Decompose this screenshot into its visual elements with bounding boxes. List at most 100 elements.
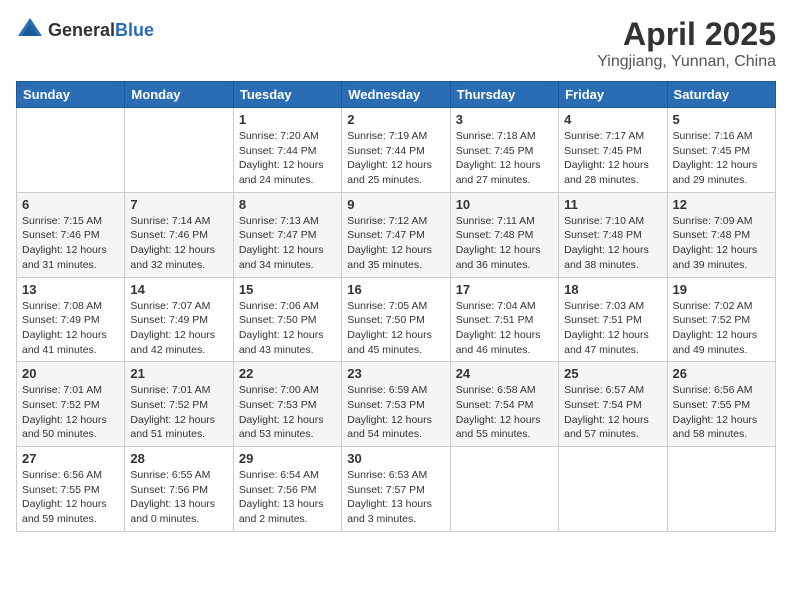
calendar-cell: 24Sunrise: 6:58 AM Sunset: 7:54 PM Dayli… (450, 362, 558, 447)
calendar-week-row: 13 Sunrise: 7:08 AM Sunset: 7:49 PM Dayli… (17, 277, 776, 362)
day-info: Sunrise: 7:04 AM Sunset: 7:51 PM Dayligh… (456, 299, 553, 358)
day-info: Sunrise: 7:16 AM Sunset: 7:45 PM Dayligh… (673, 129, 770, 188)
day-number: 11 (564, 197, 661, 212)
calendar-cell: 18 Sunrise: 7:03 AM Sunset: 7:51 PM Dayli… (559, 277, 667, 362)
day-info: Sunrise: 7:00 AM Sunset: 7:53 PM Dayligh… (239, 383, 336, 442)
day-info: Sunrise: 7:07 AM Sunset: 7:49 PM Dayligh… (130, 299, 227, 358)
calendar-cell: 12 Sunrise: 7:09 AM Sunset: 7:48 PM Dayli… (667, 192, 775, 277)
title-block: April 2025 Yingjiang, Yunnan, China (597, 16, 776, 71)
day-info: Sunrise: 6:55 AM Sunset: 7:56 PM Dayligh… (130, 468, 227, 527)
calendar-week-row: 1 Sunrise: 7:20 AM Sunset: 7:44 PM Daylig… (17, 108, 776, 193)
day-info: Sunrise: 6:56 AM Sunset: 7:55 PM Dayligh… (22, 468, 119, 527)
calendar-cell (125, 108, 233, 193)
location-title: Yingjiang, Yunnan, China (597, 53, 776, 71)
day-number: 26 (673, 366, 770, 381)
calendar-cell: 10 Sunrise: 7:11 AM Sunset: 7:48 PM Dayli… (450, 192, 558, 277)
day-info: Sunrise: 7:05 AM Sunset: 7:50 PM Dayligh… (347, 299, 444, 358)
logo-general: General (48, 20, 115, 40)
day-number: 16 (347, 282, 444, 297)
calendar-cell: 4Sunrise: 7:17 AM Sunset: 7:45 PM Daylig… (559, 108, 667, 193)
day-info: Sunrise: 7:03 AM Sunset: 7:51 PM Dayligh… (564, 299, 661, 358)
day-number: 4 (564, 112, 661, 127)
weekday-header: Sunday (17, 82, 125, 108)
day-number: 1 (239, 112, 336, 127)
day-info: Sunrise: 7:19 AM Sunset: 7:44 PM Dayligh… (347, 129, 444, 188)
day-number: 12 (673, 197, 770, 212)
day-info: Sunrise: 7:12 AM Sunset: 7:47 PM Dayligh… (347, 214, 444, 273)
day-number: 30 (347, 451, 444, 466)
calendar-cell: 21 Sunrise: 7:01 AM Sunset: 7:52 PM Dayli… (125, 362, 233, 447)
day-info: Sunrise: 6:53 AM Sunset: 7:57 PM Dayligh… (347, 468, 444, 527)
weekday-header: Friday (559, 82, 667, 108)
calendar-cell: 23Sunrise: 6:59 AM Sunset: 7:53 PM Dayli… (342, 362, 450, 447)
day-info: Sunrise: 7:15 AM Sunset: 7:46 PM Dayligh… (22, 214, 119, 273)
day-info: Sunrise: 7:02 AM Sunset: 7:52 PM Dayligh… (673, 299, 770, 358)
weekday-header: Wednesday (342, 82, 450, 108)
day-number: 2 (347, 112, 444, 127)
calendar-header-row: SundayMondayTuesdayWednesdayThursdayFrid… (17, 82, 776, 108)
calendar-cell: 20Sunrise: 7:01 AM Sunset: 7:52 PM Dayli… (17, 362, 125, 447)
day-number: 5 (673, 112, 770, 127)
day-info: Sunrise: 7:08 AM Sunset: 7:49 PM Dayligh… (22, 299, 119, 358)
calendar-cell: 26Sunrise: 6:56 AM Sunset: 7:55 PM Dayli… (667, 362, 775, 447)
day-number: 10 (456, 197, 553, 212)
day-number: 7 (130, 197, 227, 212)
calendar-cell (450, 447, 558, 532)
calendar-cell: 1 Sunrise: 7:20 AM Sunset: 7:44 PM Daylig… (233, 108, 341, 193)
day-info: Sunrise: 7:11 AM Sunset: 7:48 PM Dayligh… (456, 214, 553, 273)
calendar-cell: 19 Sunrise: 7:02 AM Sunset: 7:52 PM Dayli… (667, 277, 775, 362)
day-number: 28 (130, 451, 227, 466)
calendar-cell: 30 Sunrise: 6:53 AM Sunset: 7:57 PM Dayli… (342, 447, 450, 532)
logo-blue: Blue (115, 20, 154, 40)
day-number: 13 (22, 282, 119, 297)
day-info: Sunrise: 7:06 AM Sunset: 7:50 PM Dayligh… (239, 299, 336, 358)
calendar-cell: 3 Sunrise: 7:18 AM Sunset: 7:45 PM Daylig… (450, 108, 558, 193)
calendar-cell: 27 Sunrise: 6:56 AM Sunset: 7:55 PM Dayli… (17, 447, 125, 532)
day-number: 3 (456, 112, 553, 127)
weekday-header: Monday (125, 82, 233, 108)
day-info: Sunrise: 6:58 AM Sunset: 7:54 PM Dayligh… (456, 383, 553, 442)
day-number: 18 (564, 282, 661, 297)
logo: GeneralBlue (16, 16, 154, 44)
calendar-cell (17, 108, 125, 193)
calendar-week-row: 20Sunrise: 7:01 AM Sunset: 7:52 PM Dayli… (17, 362, 776, 447)
calendar-cell (559, 447, 667, 532)
page-header: GeneralBlue April 2025 Yingjiang, Yunnan… (16, 16, 776, 71)
day-info: Sunrise: 6:57 AM Sunset: 7:54 PM Dayligh… (564, 383, 661, 442)
day-number: 19 (673, 282, 770, 297)
calendar-cell: 7Sunrise: 7:14 AM Sunset: 7:46 PM Daylig… (125, 192, 233, 277)
day-number: 15 (239, 282, 336, 297)
calendar-cell: 29 Sunrise: 6:54 AM Sunset: 7:56 PM Dayli… (233, 447, 341, 532)
calendar-cell: 14 Sunrise: 7:07 AM Sunset: 7:49 PM Dayli… (125, 277, 233, 362)
day-info: Sunrise: 7:20 AM Sunset: 7:44 PM Dayligh… (239, 129, 336, 188)
calendar-cell: 13 Sunrise: 7:08 AM Sunset: 7:49 PM Dayli… (17, 277, 125, 362)
day-info: Sunrise: 7:01 AM Sunset: 7:52 PM Dayligh… (130, 383, 227, 442)
day-number: 29 (239, 451, 336, 466)
calendar-cell: 11Sunrise: 7:10 AM Sunset: 7:48 PM Dayli… (559, 192, 667, 277)
day-number: 22 (239, 366, 336, 381)
day-number: 21 (130, 366, 227, 381)
day-number: 14 (130, 282, 227, 297)
calendar-cell: 8Sunrise: 7:13 AM Sunset: 7:47 PM Daylig… (233, 192, 341, 277)
day-info: Sunrise: 6:59 AM Sunset: 7:53 PM Dayligh… (347, 383, 444, 442)
day-info: Sunrise: 6:54 AM Sunset: 7:56 PM Dayligh… (239, 468, 336, 527)
calendar-cell: 22 Sunrise: 7:00 AM Sunset: 7:53 PM Dayli… (233, 362, 341, 447)
day-number: 27 (22, 451, 119, 466)
day-info: Sunrise: 7:09 AM Sunset: 7:48 PM Dayligh… (673, 214, 770, 273)
calendar-cell: 17 Sunrise: 7:04 AM Sunset: 7:51 PM Dayli… (450, 277, 558, 362)
calendar-cell (667, 447, 775, 532)
day-info: Sunrise: 7:18 AM Sunset: 7:45 PM Dayligh… (456, 129, 553, 188)
calendar-cell: 28 Sunrise: 6:55 AM Sunset: 7:56 PM Dayli… (125, 447, 233, 532)
day-number: 9 (347, 197, 444, 212)
calendar-cell: 25 Sunrise: 6:57 AM Sunset: 7:54 PM Dayli… (559, 362, 667, 447)
calendar-cell: 9 Sunrise: 7:12 AM Sunset: 7:47 PM Daylig… (342, 192, 450, 277)
calendar-cell: 2 Sunrise: 7:19 AM Sunset: 7:44 PM Daylig… (342, 108, 450, 193)
month-title: April 2025 (597, 16, 776, 53)
day-number: 8 (239, 197, 336, 212)
calendar-week-row: 27 Sunrise: 6:56 AM Sunset: 7:55 PM Dayli… (17, 447, 776, 532)
day-number: 17 (456, 282, 553, 297)
weekday-header: Tuesday (233, 82, 341, 108)
calendar: SundayMondayTuesdayWednesdayThursdayFrid… (16, 81, 776, 532)
calendar-week-row: 6Sunrise: 7:15 AM Sunset: 7:46 PM Daylig… (17, 192, 776, 277)
day-number: 25 (564, 366, 661, 381)
